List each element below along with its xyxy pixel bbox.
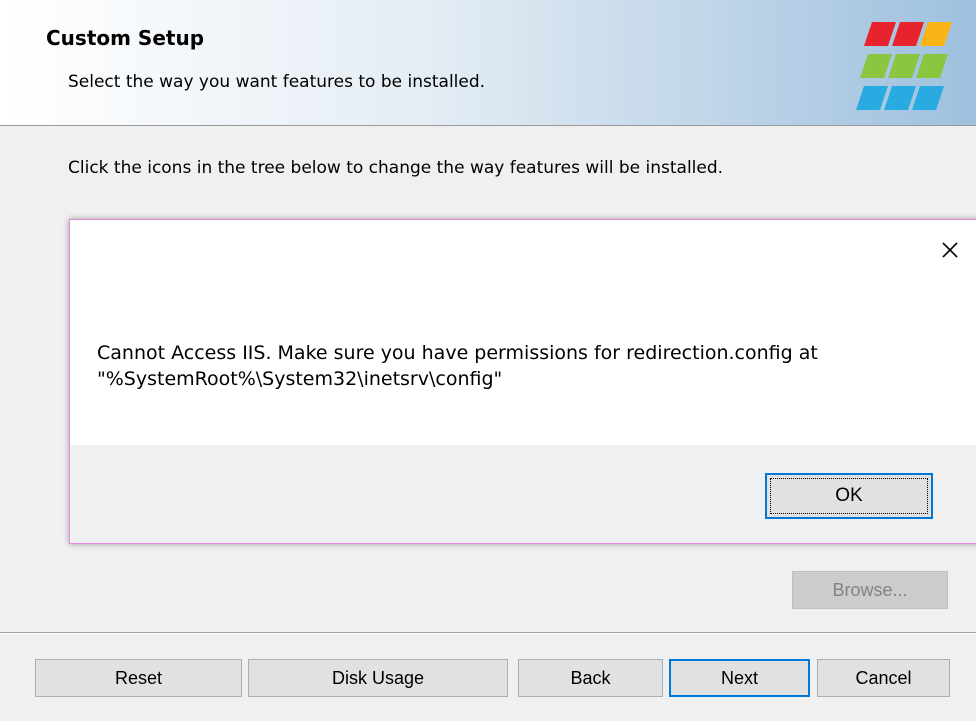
back-button[interactable]: Back: [518, 659, 663, 697]
dialog-message: Cannot Access IIS. Make sure you have pe…: [97, 340, 927, 392]
next-button[interactable]: Next: [669, 659, 810, 697]
close-icon[interactable]: [938, 238, 962, 262]
error-dialog: Cannot Access IIS. Make sure you have pe…: [69, 219, 976, 544]
dialog-message-line-2: "%SystemRoot%\System32\inetsrv\config": [97, 368, 503, 390]
browse-button[interactable]: Browse...: [792, 571, 948, 609]
dialog-footer: OK: [70, 445, 976, 543]
product-logo-icon: [856, 22, 952, 110]
header-subtitle: Select the way you want features to be i…: [68, 72, 486, 92]
header-banner: Custom Setup Select the way you want fea…: [0, 0, 976, 126]
disk-usage-button[interactable]: Disk Usage: [248, 659, 508, 697]
cancel-button[interactable]: Cancel: [817, 659, 950, 697]
header-title: Custom Setup: [46, 26, 205, 50]
ok-button[interactable]: OK: [765, 473, 933, 519]
reset-button[interactable]: Reset: [35, 659, 242, 697]
instruction-text: Click the icons in the tree below to cha…: [68, 158, 724, 178]
ok-button-label: OK: [770, 478, 928, 514]
dialog-message-line-1: Cannot Access IIS. Make sure you have pe…: [97, 342, 818, 364]
footer-separator: [0, 632, 976, 634]
